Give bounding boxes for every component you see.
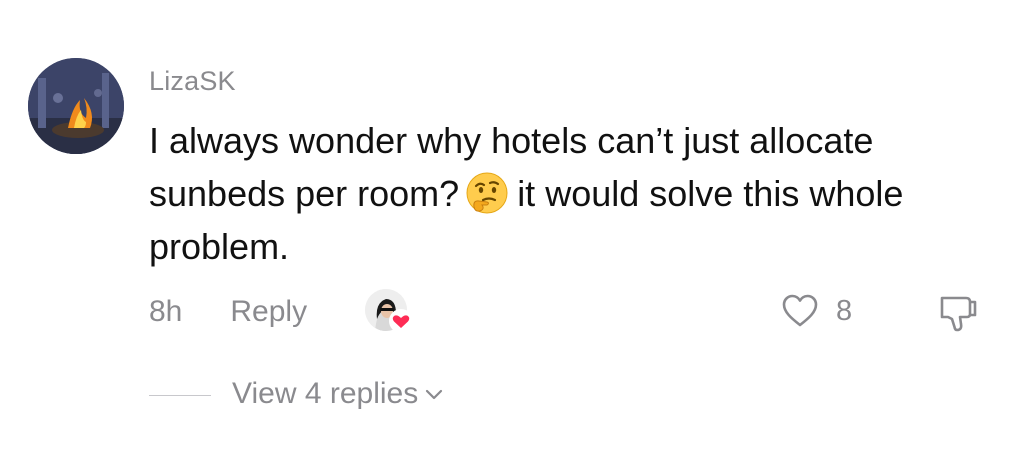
comment-text: I always wonder why hotels can’t just al… [149, 114, 1009, 273]
creator-liked-badge [365, 289, 413, 335]
reply-button[interactable]: Reply [230, 295, 307, 329]
like-heart-icon[interactable] [781, 292, 819, 330]
comment-meta: 8h Reply [149, 292, 307, 332]
view-replies-button[interactable]: View 4 replies [232, 377, 444, 411]
like-count: 8 [836, 295, 853, 327]
chevron-down-icon [426, 389, 443, 400]
replies-divider [149, 395, 211, 396]
thumbs-down-icon[interactable] [936, 290, 980, 334]
thinking-face-icon [465, 171, 509, 215]
timestamp: 8h [149, 295, 183, 328]
avatar-photo-icon [28, 58, 124, 154]
avatar[interactable] [28, 58, 124, 154]
heart-icon [389, 309, 413, 333]
view-replies-label: View 4 replies [232, 377, 419, 410]
comment-card: LizaSK I always wonder why hotels can’t … [0, 0, 1024, 473]
username[interactable]: LizaSK [149, 66, 236, 97]
